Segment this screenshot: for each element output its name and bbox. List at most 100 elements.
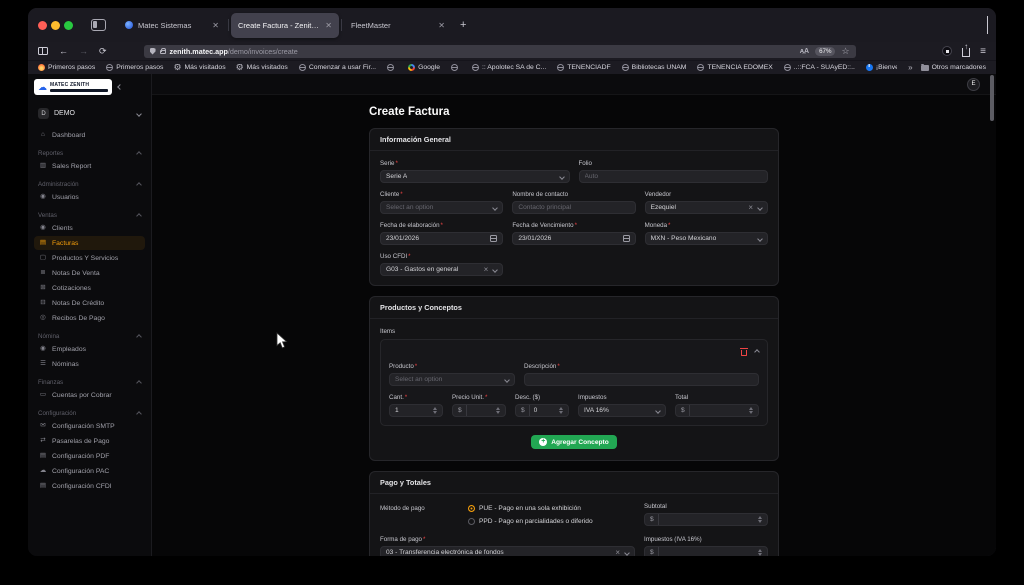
close-window-button[interactable] <box>38 21 47 30</box>
close-tab-icon[interactable]: ✕ <box>325 21 332 30</box>
lock-icon[interactable] <box>160 50 166 55</box>
precio-unit-stepper[interactable]: $ <box>452 404 506 417</box>
sidebar-item-configuraci-n-pac[interactable]: Configuración PAC <box>34 464 145 478</box>
bookmark-item[interactable]: Primeros pasos <box>38 64 95 71</box>
producto-select[interactable]: Select an option <box>389 373 515 386</box>
total-stepper[interactable]: $ <box>675 404 759 417</box>
chevron-up-icon[interactable] <box>754 349 760 355</box>
radio-pue[interactable]: PUE - Pago en una sola exhibición <box>468 505 593 512</box>
clear-icon[interactable]: × <box>748 204 753 212</box>
bookmark-item[interactable]: TENENCIA EDOMEX <box>697 64 772 71</box>
fecha-elaboracion-input[interactable]: 23/01/2026 <box>380 232 503 245</box>
sidebar-item-dashboard[interactable]: Dashboard <box>34 128 145 142</box>
new-tab-button[interactable]: + <box>460 19 466 31</box>
sidebar-section-ventas[interactable]: Ventas <box>38 212 141 219</box>
folio-input[interactable]: Auto <box>579 170 769 183</box>
impuestos-iva-stepper[interactable]: $ <box>644 546 768 556</box>
extension-icon[interactable] <box>942 46 952 56</box>
clear-icon[interactable]: × <box>484 266 489 274</box>
bookmark-item[interactable]: Google <box>408 64 440 71</box>
bookmark-item[interactable]: ..::FCA - SUAyED::.. <box>784 64 855 71</box>
descripcion-input[interactable] <box>524 373 759 386</box>
clear-icon[interactable]: × <box>615 549 620 557</box>
sidebar-item-empleados[interactable]: Empleados <box>34 342 145 356</box>
bookmark-item[interactable] <box>387 64 397 71</box>
subtotal-stepper[interactable]: $ <box>644 513 768 526</box>
bookmark-star-icon[interactable]: ☆ <box>841 47 849 56</box>
user-avatar[interactable]: E <box>967 78 980 91</box>
zoom-window-button[interactable] <box>64 21 73 30</box>
calendar-icon[interactable] <box>490 235 497 242</box>
bookmark-item[interactable]: Más visitados <box>174 64 225 71</box>
sidebar-item-recibos-de-pago[interactable]: Recibos De Pago <box>34 311 145 325</box>
sidebar-item-configuraci-n-pdf[interactable]: Configuración PDF <box>34 449 145 463</box>
sidebar-section-reportes[interactable]: Reportes <box>38 150 141 157</box>
serie-select[interactable]: Serie A <box>380 170 570 183</box>
sidebar-item-pasarelas-de-pago[interactable]: Pasarelas de Pago <box>34 434 145 448</box>
back-icon[interactable]: ← <box>59 47 68 56</box>
sidebar-item-cotizaciones[interactable]: Cotizaciones <box>34 281 145 295</box>
sidebar-collapse-chevron-icon[interactable] <box>117 84 123 90</box>
tab-create-factura[interactable]: Create Factura - Zenith ERP ✕ <box>231 13 339 38</box>
sidebar-item-cuentas-por-cobrar[interactable]: Cuentas por Cobrar <box>34 388 145 402</box>
tab-matec-sistemas[interactable]: Matec Sistemas ✕ <box>118 13 226 38</box>
sidebar-item-configuraci-n-smtp[interactable]: Configuración SMTP <box>34 419 145 433</box>
fecha-vencimiento-input[interactable]: 23/01/2026 <box>512 232 635 245</box>
sidebar-item-facturas[interactable]: Facturas <box>34 236 145 250</box>
menu-hamburger-icon[interactable]: ≡ <box>980 46 986 57</box>
bookmark-item[interactable]: Más visitados <box>237 64 288 71</box>
trash-icon[interactable] <box>741 350 747 356</box>
sidebar-section-finanzas[interactable]: Finanzas <box>38 379 141 386</box>
close-tab-icon[interactable]: ✕ <box>438 21 445 30</box>
moneda-select[interactable]: MXN - Peso Mexicano <box>645 232 768 245</box>
bookmark-item[interactable]: Comenzar a usar Fir... <box>299 64 376 71</box>
agregar-concepto-button[interactable]: Agregar Concepto <box>531 435 617 449</box>
sidebar-toggle-icon[interactable] <box>38 47 48 55</box>
stepper-arrows[interactable] <box>433 407 437 415</box>
translate-icon[interactable]: ᴀ̲A <box>800 48 809 55</box>
calendar-icon[interactable] <box>623 235 630 242</box>
firefox-view-icon[interactable] <box>91 19 106 31</box>
forma-pago-select[interactable]: 03 - Transferencia electrónica de fondos… <box>380 546 635 556</box>
sidebar-item-notas-de-cr-dito[interactable]: Notas De Crédito <box>34 296 145 310</box>
bookmark-item[interactable]: ¡Bienvenido a Faceb... <box>866 64 897 71</box>
impuestos-select[interactable]: IVA 16% <box>578 404 666 417</box>
sidebar-section-administraci-n[interactable]: Administración <box>38 181 141 188</box>
forward-icon[interactable]: → <box>79 47 88 56</box>
radio-ppd[interactable]: PPD - Pago en parcialidades o diferido <box>468 518 593 525</box>
bookmark-item[interactable]: TENENCIADF <box>557 64 610 71</box>
bookmarks-overflow-icon[interactable]: » <box>908 63 912 72</box>
stepper-arrows[interactable] <box>758 549 762 556</box>
stepper-arrows[interactable] <box>749 407 753 415</box>
company-selector[interactable]: D DEMO <box>34 105 145 122</box>
sidebar-item-configuraci-n-cfdi[interactable]: Configuración CFDI <box>34 479 145 493</box>
sidebar-item-clients[interactable]: Clients <box>34 221 145 235</box>
stepper-arrows[interactable] <box>758 516 762 524</box>
contacto-input[interactable]: Contacto principal <box>512 201 635 214</box>
url-bar[interactable]: zenith.matec.app/demo/invoices/create ᴀ̲… <box>144 45 856 58</box>
descuento-stepper[interactable]: $ 0 <box>515 404 569 417</box>
sidebar-item-productos-y-servicios[interactable]: Productos Y Servicios <box>34 251 145 265</box>
share-icon[interactable] <box>962 48 970 57</box>
sidebar-item-notas-de-venta[interactable]: Notas De Venta <box>34 266 145 280</box>
stepper-arrows[interactable] <box>559 407 563 415</box>
sidebar-item-n-minas[interactable]: Nóminas <box>34 357 145 371</box>
sidebar-item-usuarios[interactable]: Usuarios <box>34 190 145 204</box>
vendedor-select[interactable]: Ezequiel × <box>645 201 768 214</box>
sidebar-section-n-mina[interactable]: Nómina <box>38 333 141 340</box>
bookmark-item[interactable]: Primeros pasos <box>106 64 163 71</box>
close-tab-icon[interactable]: ✕ <box>212 21 219 30</box>
bookmark-item[interactable] <box>451 64 461 71</box>
page-zoom-badge[interactable]: 67% <box>815 47 835 56</box>
cliente-select[interactable]: Select an option <box>380 201 503 214</box>
minimize-window-button[interactable] <box>51 21 60 30</box>
tracking-protection-shield-icon[interactable] <box>150 48 156 55</box>
bookmark-item[interactable]: :: Apolotec SA de C... <box>472 64 546 71</box>
scrollbar[interactable] <box>990 75 994 121</box>
reload-icon[interactable]: ⟳ <box>99 47 107 56</box>
sidebar-section-configuraci-n[interactable]: Configuración <box>38 410 141 417</box>
tab-fleetmaster[interactable]: FleetMaster ✕ <box>344 13 452 38</box>
uso-cfdi-select[interactable]: G03 - Gastos en general × <box>380 263 503 276</box>
bookmark-item[interactable]: Bibliotecas UNAM <box>622 64 687 71</box>
cantidad-stepper[interactable]: 1 <box>389 404 443 417</box>
